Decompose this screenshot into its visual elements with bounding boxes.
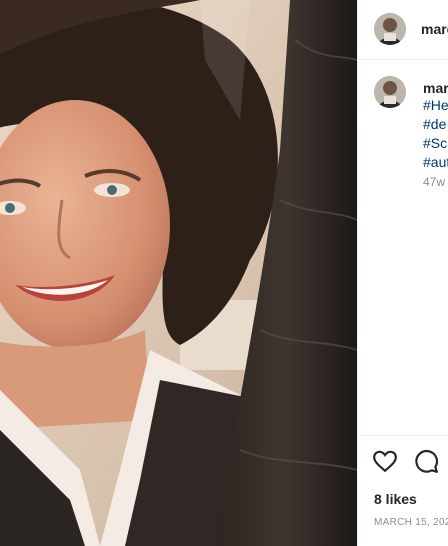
header-username[interactable]: marc bbox=[421, 21, 448, 37]
avatar-image bbox=[374, 76, 406, 108]
post-actions: 8 likes MARCH 15, 2022 bbox=[358, 435, 448, 546]
post-image bbox=[0, 0, 357, 546]
heart-icon bbox=[373, 450, 397, 473]
comment-button[interactable] bbox=[413, 448, 439, 474]
post-time-ago[interactable]: 47w bbox=[423, 175, 445, 189]
like-button[interactable] bbox=[372, 448, 398, 474]
post-photo[interactable] bbox=[0, 0, 357, 546]
avatar-image bbox=[374, 13, 406, 45]
caption-username[interactable]: mar bbox=[423, 80, 448, 96]
comment-icon bbox=[415, 450, 439, 473]
post-header: marc bbox=[358, 0, 448, 60]
avatar[interactable] bbox=[374, 13, 406, 45]
hashtag-link[interactable]: #He bbox=[423, 97, 448, 113]
hashtag-link[interactable]: #Sch bbox=[423, 135, 448, 151]
hashtag-link[interactable]: #de bbox=[423, 116, 446, 132]
post-side-panel: marc mar #He #de #Sch #aut 47w 8 likes M… bbox=[357, 0, 448, 546]
hashtag-link[interactable]: #aut bbox=[423, 154, 448, 170]
caption-avatar[interactable] bbox=[374, 76, 406, 108]
post-date: MARCH 15, 2022 bbox=[374, 517, 448, 528]
likes-count[interactable]: 8 likes bbox=[374, 491, 417, 507]
